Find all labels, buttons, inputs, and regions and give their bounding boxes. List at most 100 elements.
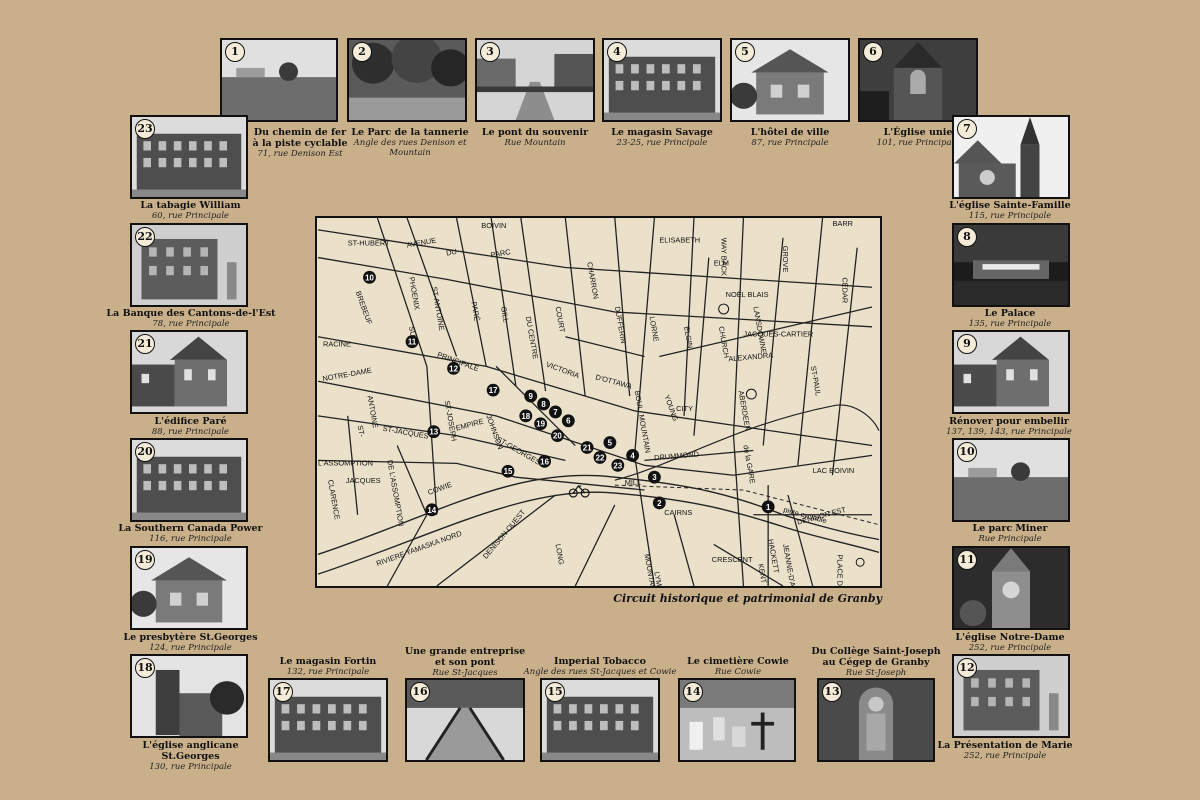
- street-label: WAY BACK: [720, 238, 729, 276]
- site-photo: 12: [952, 654, 1070, 738]
- street-label: DRUMMOND: [654, 449, 699, 462]
- street-label: CHARRON: [585, 261, 600, 299]
- site-number-badge: 21: [135, 334, 155, 354]
- map-marker-label: 2: [657, 499, 662, 508]
- site-title: L'église Notre-Dame: [955, 632, 1065, 643]
- street-label: LORNE: [647, 316, 660, 343]
- site-address: 124, rue Principale: [149, 643, 232, 653]
- street-label: DE L'ASSOMPTION: [385, 459, 406, 527]
- site-address: 88, rue Principale: [151, 427, 230, 437]
- street-label: ST-: [356, 425, 367, 438]
- site-caption: L'église Sainte-Famille 115, rue Principa…: [940, 200, 1080, 221]
- street-label: ANTOINE: [366, 395, 381, 429]
- street-label: de la GARE: [741, 444, 757, 484]
- site-address: 71, rue Denison Est: [257, 149, 343, 159]
- map-street: [565, 336, 645, 358]
- site-title: L'église Sainte-Famille: [949, 200, 1071, 211]
- site-address: 132, rue Principale: [286, 667, 370, 677]
- site-number-badge: 12: [957, 658, 977, 678]
- street-label: CEDAR: [840, 277, 849, 303]
- site-photo: 13: [817, 678, 935, 762]
- map-marker-label: 22: [596, 453, 605, 462]
- site-photo: 17: [268, 678, 388, 762]
- street-label: D'OTTAWA: [595, 372, 633, 390]
- street-label: ST-PAUL: [809, 365, 823, 396]
- map-marker-label: 10: [365, 273, 374, 282]
- site-caption: Le presbytère St.Georges 124, rue Princip…: [118, 632, 263, 653]
- site-caption: Le magasin Fortin 132, rue Principale: [260, 656, 396, 677]
- site-photo: 3: [475, 38, 595, 122]
- street-label: DU: [445, 247, 457, 258]
- street-label: NOTRE-DAME: [322, 366, 373, 384]
- street-label: CLARENCE: [326, 479, 342, 520]
- site-caption: L'hôtel de ville 87, rue Principale: [728, 127, 852, 148]
- site-photo: 5: [730, 38, 850, 122]
- street-map: ST-HUBERTBOIVIN BARRAVENUEDU PARCELISABETH…: [317, 218, 880, 586]
- site-address: Rue Cowie: [714, 667, 762, 677]
- site-title: Le presbytère St.Georges: [123, 632, 258, 643]
- site-title: Rénover pour embellir: [949, 416, 1069, 427]
- street-label: LAC BOIVIN: [813, 466, 855, 475]
- site-number-badge: 8: [957, 227, 977, 247]
- map-marker-label: 9: [529, 392, 534, 401]
- site-title: Le cimetière Cowie: [687, 656, 789, 667]
- site-photo: 7: [952, 115, 1070, 199]
- site-photo: 16: [405, 678, 525, 762]
- map-marker-label: 6: [566, 417, 571, 426]
- site-title: La Présentation de Marie: [937, 740, 1073, 751]
- street-label: L'ASSOMPTION: [318, 458, 373, 467]
- site-caption: Du chemin de fer à la piste cyclable 71, …: [250, 127, 350, 159]
- site-caption: Le pont du souvenir Rue Mountain: [475, 127, 595, 148]
- street-label: LYMAN: [652, 571, 665, 586]
- street-label: PHOENIX: [407, 276, 422, 310]
- street-label: COWIE: [426, 480, 453, 497]
- site-number-badge: 23: [135, 119, 155, 139]
- site-address: 116, rue Principale: [149, 534, 232, 544]
- site-caption: La Banque des Cantons-de-l'Est 78, rue Pr…: [105, 308, 277, 329]
- street-label: ST-HUBERT: [348, 239, 390, 248]
- map-marker-label: 7: [553, 408, 558, 417]
- map-marker-label: 13: [429, 428, 438, 437]
- street-label: BARR: [832, 219, 853, 228]
- site-number-badge: 22: [135, 227, 155, 247]
- site-title: Le magasin Savage: [611, 127, 713, 138]
- site-photo: 1: [220, 38, 338, 122]
- map-marker-label: 5: [608, 439, 613, 448]
- site-title: Du chemin de fer à la piste cyclable: [252, 127, 348, 149]
- site-caption: Le parc Miner Rue Principale: [940, 523, 1080, 544]
- street-label: DUFFERIN: [613, 306, 628, 344]
- site-number-badge: 20: [135, 442, 155, 462]
- site-caption: Imperial Tobacco Angle des rues St-Jacque…: [520, 656, 680, 677]
- street-label: ST-JACQUES: [382, 424, 429, 441]
- site-number-badge: 4: [607, 42, 627, 62]
- site-address: Angle des rues Denison et Mountain: [353, 138, 467, 158]
- site-number-badge: 1: [225, 42, 245, 62]
- street-label: ST-ANTOINE: [430, 286, 447, 331]
- street-label: ST-JOSEPH: [443, 400, 459, 442]
- map-marker-label: 8: [541, 400, 546, 409]
- site-photo: 14: [678, 678, 796, 762]
- site-caption: Le magasin Savage 23-25, rue Principale: [600, 127, 724, 148]
- map-marker-label: 14: [427, 506, 436, 515]
- street-label: BOIVIN: [481, 221, 506, 230]
- street-label: CRESCENT: [712, 555, 753, 564]
- street-label: GILL: [499, 306, 511, 323]
- map-street: [376, 218, 438, 515]
- map-street: [797, 218, 824, 466]
- site-caption: La tabagie William 60, rue Principale: [118, 200, 263, 221]
- street-label: LONG: [553, 543, 566, 565]
- street-label: NOËL BLAIS: [726, 290, 769, 299]
- site-address: 78, rue Principale: [152, 319, 230, 329]
- street-label: BREBEUF: [354, 290, 375, 326]
- map-marker-label: 11: [408, 338, 417, 347]
- street-label: ALEXANDRA: [728, 351, 774, 364]
- site-caption: Le cimetière Cowie Rue Cowie: [668, 656, 808, 677]
- map-street: [490, 218, 517, 387]
- site-title: L'édifice Paré: [154, 416, 227, 427]
- site-address: 252, rue Principale: [963, 751, 1047, 761]
- site-address: 135, rue Principale: [968, 319, 1052, 329]
- site-title: Le pont du souvenir: [481, 127, 589, 138]
- site-title: Imperial Tobacco: [554, 656, 646, 667]
- site-title: L'hôtel de ville: [750, 127, 830, 138]
- street-label: KENT: [756, 563, 768, 584]
